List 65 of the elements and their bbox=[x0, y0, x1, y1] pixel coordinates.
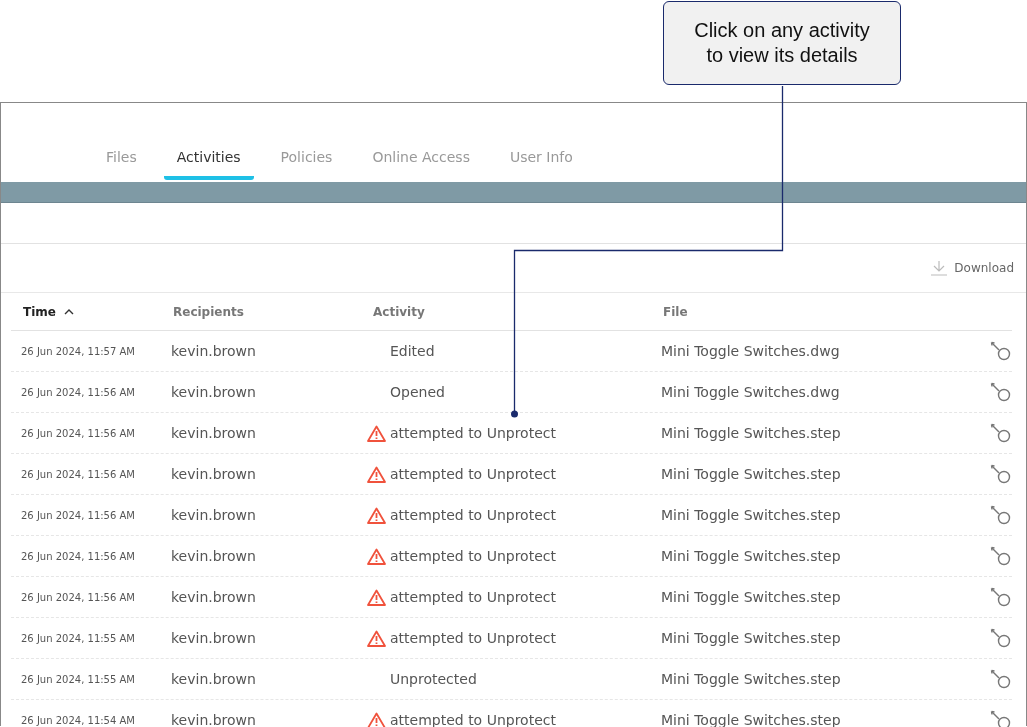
warning-icon bbox=[367, 506, 386, 524]
time-cell: 26 Jun 2024, 11:56 AM bbox=[21, 550, 135, 562]
time-cell: 26 Jun 2024, 11:56 AM bbox=[21, 468, 135, 480]
file-cell: Mini Toggle Switches.step bbox=[661, 425, 841, 441]
column-header[interactable]: File bbox=[663, 304, 688, 319]
time-cell: 26 Jun 2024, 11:56 AM bbox=[21, 427, 135, 439]
key-icon[interactable] bbox=[990, 710, 1012, 727]
activity-cell[interactable]: attempted to Unprotect bbox=[390, 548, 556, 564]
activity-cell[interactable]: attempted to Unprotect bbox=[390, 712, 556, 727]
key-icon[interactable] bbox=[990, 505, 1012, 525]
key-icon[interactable] bbox=[990, 464, 1012, 484]
time-cell: 26 Jun 2024, 11:56 AM bbox=[21, 591, 135, 603]
activity-cell[interactable]: attempted to Unprotect bbox=[390, 507, 556, 523]
file-cell: Mini Toggle Switches.step bbox=[661, 630, 841, 646]
recipient-cell: kevin.brown bbox=[171, 466, 256, 482]
key-icon[interactable] bbox=[990, 628, 1012, 648]
warning-icon bbox=[367, 465, 386, 483]
recipient-cell: kevin.brown bbox=[171, 671, 256, 687]
file-cell: Mini Toggle Switches.dwg bbox=[661, 384, 840, 400]
key-icon[interactable] bbox=[990, 669, 1012, 689]
recipient-cell: kevin.brown bbox=[171, 507, 256, 523]
file-cell: Mini Toggle Switches.step bbox=[661, 589, 841, 605]
file-cell: Mini Toggle Switches.step bbox=[661, 712, 841, 727]
recipient-cell: kevin.brown bbox=[171, 548, 256, 564]
warning-icon bbox=[367, 547, 386, 565]
column-header[interactable]: Activity bbox=[373, 304, 425, 319]
key-icon[interactable] bbox=[990, 341, 1012, 361]
file-cell: Mini Toggle Switches.step bbox=[661, 671, 841, 687]
key-icon[interactable] bbox=[990, 546, 1012, 566]
activity-cell[interactable]: attempted to Unprotect bbox=[390, 630, 556, 646]
time-cell: 26 Jun 2024, 11:54 AM bbox=[21, 714, 135, 726]
activity-cell[interactable]: attempted to Unprotect bbox=[390, 466, 556, 482]
recipient-cell: kevin.brown bbox=[171, 425, 256, 441]
activity-cell[interactable]: Edited bbox=[390, 343, 435, 359]
warning-icon bbox=[367, 588, 386, 606]
column-header[interactable]: Time bbox=[23, 304, 74, 319]
warning-icon bbox=[367, 424, 386, 442]
key-icon[interactable] bbox=[990, 423, 1012, 443]
activity-cell[interactable]: attempted to Unprotect bbox=[390, 589, 556, 605]
activity-cell[interactable]: Unprotected bbox=[390, 671, 477, 687]
download-icon bbox=[930, 260, 949, 276]
time-cell: 26 Jun 2024, 11:56 AM bbox=[21, 509, 135, 521]
file-cell: Mini Toggle Switches.dwg bbox=[661, 343, 840, 359]
time-cell: 26 Jun 2024, 11:57 AM bbox=[21, 345, 135, 357]
warning-icon bbox=[367, 629, 386, 647]
time-cell: 26 Jun 2024, 11:55 AM bbox=[21, 673, 135, 685]
sort-caret-icon bbox=[63, 308, 74, 315]
recipient-cell: kevin.brown bbox=[171, 384, 256, 400]
file-cell: Mini Toggle Switches.step bbox=[661, 466, 841, 482]
recipient-cell: kevin.brown bbox=[171, 712, 256, 727]
time-cell: 26 Jun 2024, 11:56 AM bbox=[21, 386, 135, 398]
recipient-cell: kevin.brown bbox=[171, 343, 256, 359]
activity-cell[interactable]: Opened bbox=[390, 384, 445, 400]
activity-cell[interactable]: attempted to Unprotect bbox=[390, 425, 556, 441]
column-header[interactable]: Recipients bbox=[173, 304, 244, 319]
recipient-cell: kevin.brown bbox=[171, 630, 256, 646]
key-icon[interactable] bbox=[990, 382, 1012, 402]
callout: Click on any activity to view its details bbox=[663, 1, 901, 85]
key-icon[interactable] bbox=[990, 587, 1012, 607]
file-cell: Mini Toggle Switches.step bbox=[661, 548, 841, 564]
time-cell: 26 Jun 2024, 11:55 AM bbox=[21, 632, 135, 644]
warning-icon bbox=[367, 711, 386, 727]
recipient-cell: kevin.brown bbox=[171, 589, 256, 605]
file-cell: Mini Toggle Switches.step bbox=[661, 507, 841, 523]
download-button[interactable]: Download bbox=[930, 260, 1014, 276]
